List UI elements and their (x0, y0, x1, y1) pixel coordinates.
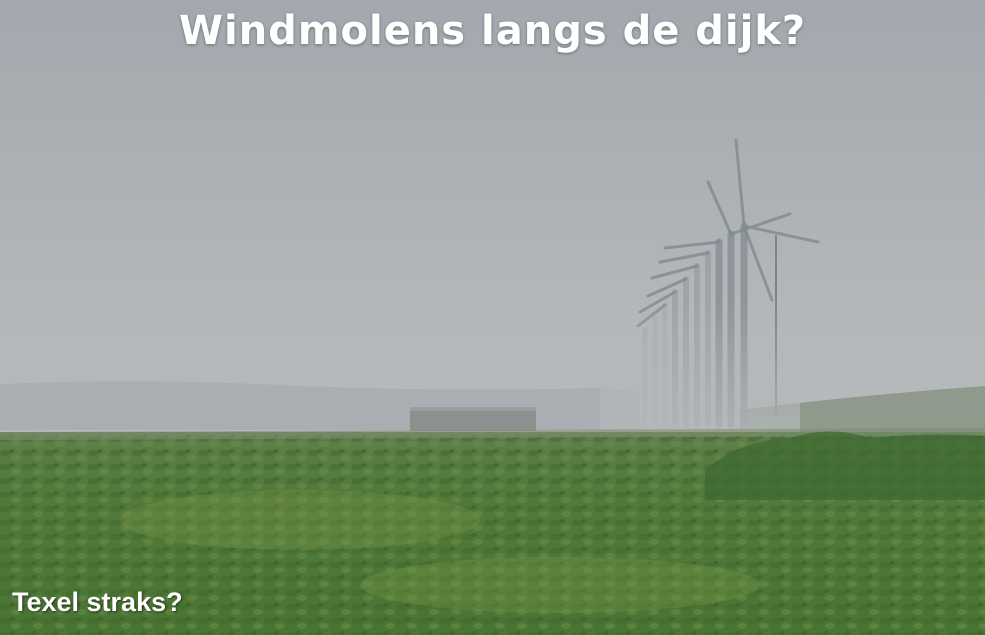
headline-text: Windmolens langs de dijk? (178, 8, 807, 54)
fog-layer (600, 300, 800, 435)
landscape-photo (0, 0, 985, 635)
caption-text: Texel straks? (12, 587, 183, 617)
photo-scene: Windmolens langs de dijk? Texel straks? (0, 0, 985, 635)
sky (0, 0, 985, 440)
